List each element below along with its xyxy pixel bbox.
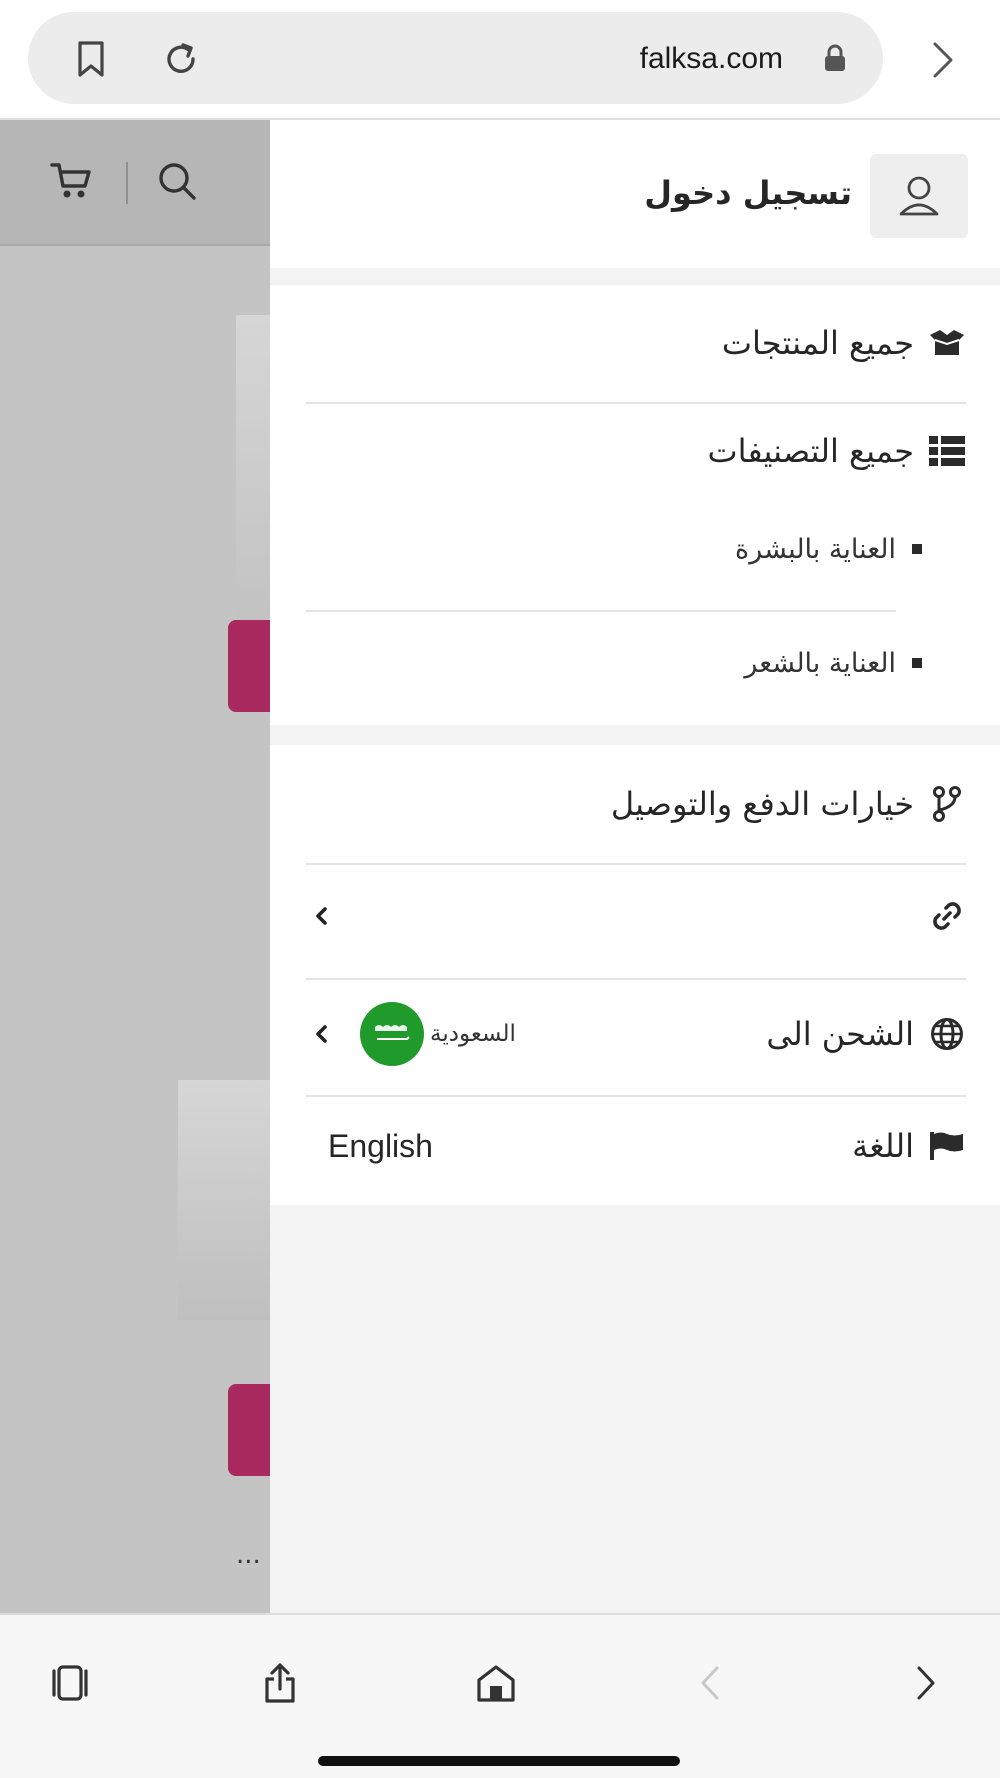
chevron-left-icon (306, 901, 336, 931)
reload-icon[interactable] (156, 34, 206, 84)
menu-item-payment-shipping[interactable]: خيارات الدفع والتوصيل (306, 773, 966, 835)
url-field[interactable]: falksa.com (28, 12, 883, 104)
divider (306, 863, 966, 865)
more-ellipsis: ... (236, 1540, 261, 1570)
side-menu-drawer: تسجيل دخول جميع المنتجات جميع التصنيفات … (270, 120, 1000, 1613)
menu-section-settings: خيارات الدفع والتوصيل السعودية الشحن الى… (270, 745, 1000, 1205)
menu-item-links[interactable] (306, 885, 966, 947)
forward-icon[interactable] (896, 1653, 956, 1713)
language-label-group: اللغة (852, 1127, 966, 1165)
menu-item-language[interactable]: English اللغة (306, 1115, 966, 1177)
menu-item-all-categories[interactable]: جميع التصنيفات (306, 421, 966, 481)
lock-icon (815, 38, 855, 78)
box-open-icon (928, 324, 966, 362)
bookmark-icon[interactable] (66, 34, 116, 84)
browser-bottom-toolbar (0, 1613, 1000, 1778)
ship-to-country: السعودية (430, 1021, 516, 1047)
divider (306, 978, 966, 980)
divider (306, 402, 966, 404)
ship-to-selector[interactable]: السعودية (306, 1002, 516, 1066)
chevron-left-icon (306, 1019, 336, 1049)
all-products-label: جميع المنتجات (721, 324, 914, 362)
header-separator (126, 162, 128, 204)
bullet-icon (912, 544, 922, 554)
home-icon[interactable] (466, 1653, 526, 1713)
all-categories-label: جميع التصنيفات (707, 432, 914, 470)
background-header (0, 120, 270, 246)
bullet-icon (912, 658, 922, 668)
add-to-cart-button-1[interactable] (228, 620, 270, 712)
ship-to-label-group: الشحن الى (766, 1015, 966, 1053)
menu-section-products: جميع المنتجات جميع التصنيفات العناية بال… (270, 285, 1000, 725)
product-image-2 (178, 1080, 270, 1320)
cart-icon[interactable] (48, 158, 94, 204)
browser-address-bar: falksa.com (0, 0, 1000, 120)
background-page-overlay[interactable]: ... (0, 120, 270, 1613)
url-text: falksa.com (639, 42, 783, 75)
divider (306, 610, 896, 612)
search-icon[interactable] (154, 158, 200, 204)
user-icon[interactable] (870, 154, 968, 238)
flag-icon (928, 1127, 966, 1165)
category-label: العناية بالبشرة (735, 533, 896, 565)
payment-shipping-label: خيارات الدفع والتوصيل (610, 785, 914, 823)
list-icon (928, 432, 966, 470)
language-label: اللغة (852, 1127, 914, 1165)
share-icon[interactable] (250, 1653, 310, 1713)
link-icon (928, 897, 966, 935)
back-icon[interactable] (680, 1653, 740, 1713)
login-row[interactable]: تسجيل دخول (270, 120, 1000, 268)
add-to-cart-button-2[interactable] (228, 1384, 270, 1476)
forward-chevron-icon[interactable] (918, 32, 968, 88)
divider (306, 1095, 966, 1097)
menu-item-ship-to[interactable]: السعودية الشحن الى (306, 1001, 966, 1067)
code-branch-icon (928, 785, 966, 823)
language-value[interactable]: English (328, 1128, 433, 1165)
saudi-flag-icon (360, 1002, 424, 1066)
category-item-skincare[interactable]: العناية بالبشرة (306, 521, 966, 577)
tabs-icon[interactable] (40, 1653, 100, 1713)
login-label[interactable]: تسجيل دخول (644, 174, 852, 212)
ship-to-label: الشحن الى (766, 1015, 914, 1053)
category-label: العناية بالشعر (744, 647, 896, 679)
category-item-haircare[interactable]: العناية بالشعر (306, 635, 966, 691)
globe-icon (928, 1015, 966, 1053)
home-indicator (318, 1756, 680, 1766)
menu-item-all-products[interactable]: جميع المنتجات (306, 313, 966, 373)
